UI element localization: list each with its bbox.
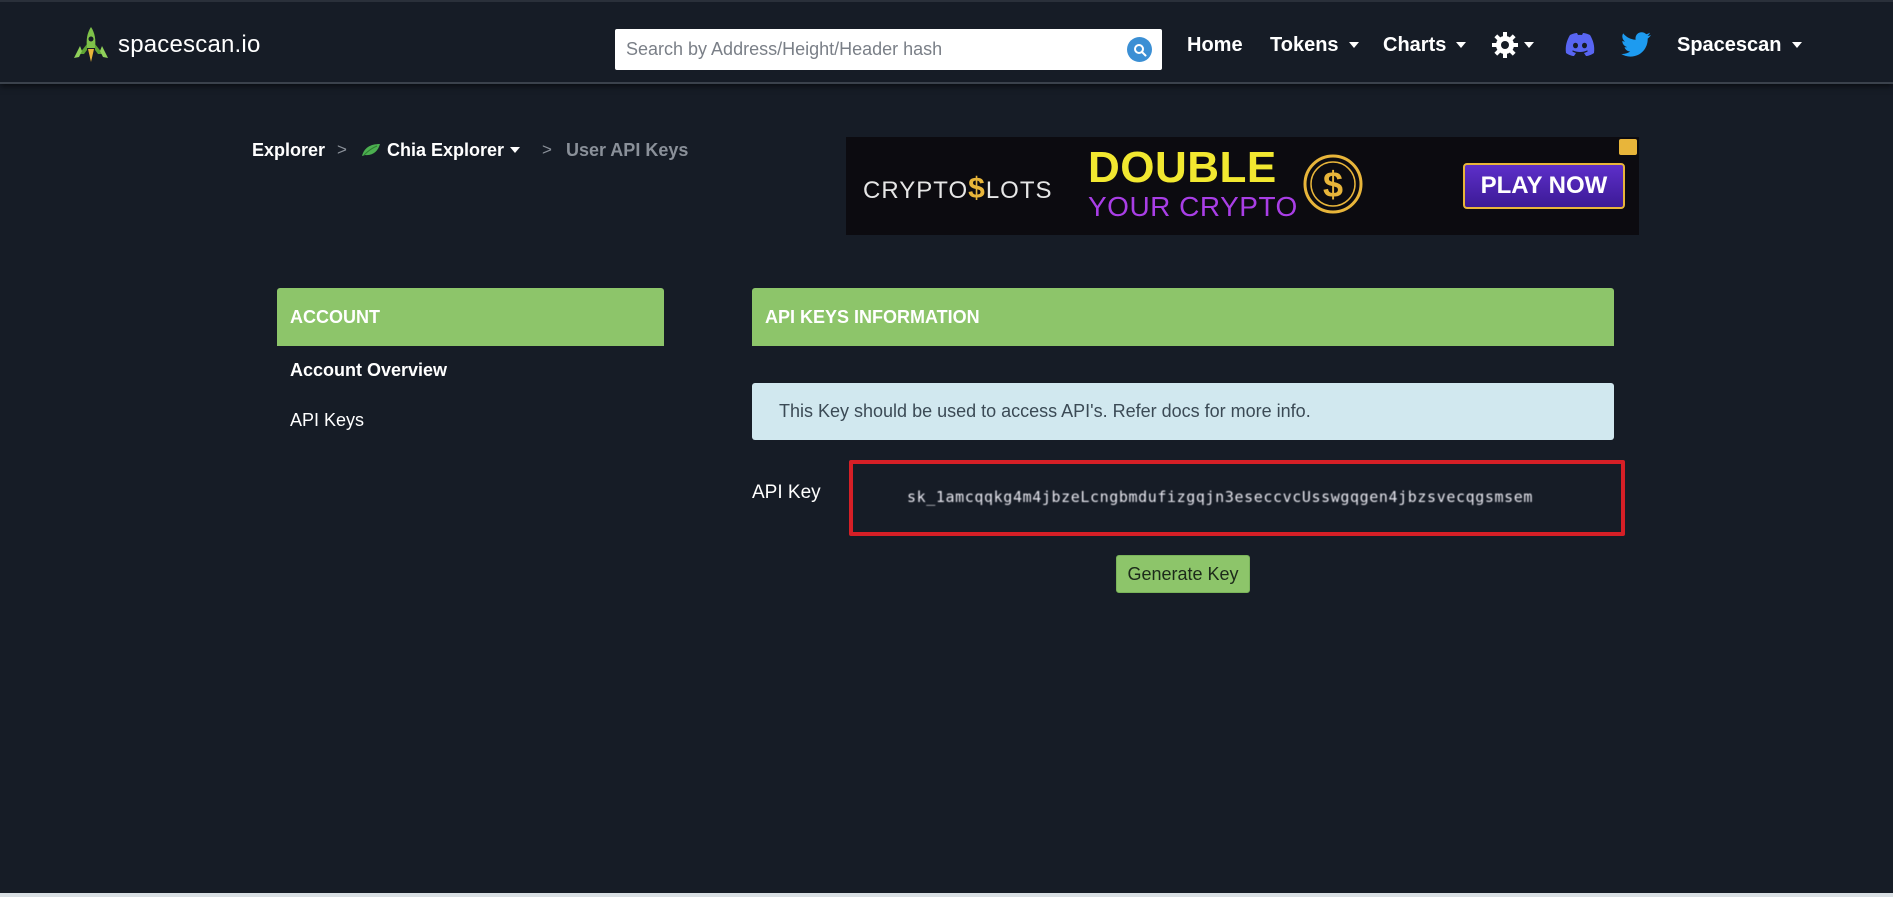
generate-key-button[interactable]: Generate Key xyxy=(1116,555,1250,593)
api-key-field[interactable] xyxy=(907,482,1607,512)
api-key-highlight-box xyxy=(849,460,1625,536)
breadcrumb-separator: > xyxy=(337,140,347,159)
ad-choices-icon[interactable] xyxy=(1619,139,1637,155)
account-panel-header: ACCOUNT xyxy=(277,288,664,346)
api-keys-panel-header: API KEYS INFORMATION xyxy=(752,288,1614,346)
gear-icon xyxy=(1492,32,1518,58)
nav-home-label: Home xyxy=(1187,33,1243,56)
ad-play-now-button[interactable]: PLAY NOW xyxy=(1463,163,1625,209)
ad-banner[interactable]: CRYPTO$LOTS DOUBLE YOUR CRYPTO $ PLAY NO… xyxy=(846,137,1639,235)
api-keys-header-title: API KEYS INFORMATION xyxy=(765,306,980,327)
search-button[interactable] xyxy=(1127,37,1152,62)
chevron-down-icon xyxy=(1348,42,1359,48)
chevron-down-icon xyxy=(510,147,521,153)
breadcrumb-chia-explorer-dropdown[interactable]: Chia Explorer xyxy=(361,139,521,161)
breadcrumb-separator: > xyxy=(542,140,552,159)
ad-headline: DOUBLE xyxy=(1088,143,1277,192)
search-icon xyxy=(1133,43,1146,56)
nav-account-dropdown[interactable]: Spacescan xyxy=(1677,32,1802,58)
chevron-down-icon xyxy=(1456,42,1467,48)
nav-account-label: Spacescan xyxy=(1677,33,1782,56)
account-header-title: ACCOUNT xyxy=(290,306,380,327)
settings-dropdown[interactable] xyxy=(1490,30,1534,60)
nav-charts-label: Charts xyxy=(1383,33,1447,56)
nav-charts-dropdown[interactable]: Charts xyxy=(1383,32,1467,58)
search-input[interactable] xyxy=(615,29,1105,70)
search-box xyxy=(615,29,1162,70)
coin-icon: $ xyxy=(1303,154,1363,214)
api-info-text: This Key should be used to access API's.… xyxy=(779,401,1311,421)
ad-brand-right: LOTS xyxy=(985,177,1053,204)
api-info-alert: This Key should be used to access API's.… xyxy=(752,383,1614,440)
nav-tokens-label: Tokens xyxy=(1270,33,1339,56)
leaf-icon xyxy=(361,144,380,156)
ad-brand-logo: CRYPTO$LOTS xyxy=(863,172,1053,206)
chevron-down-icon xyxy=(1791,42,1802,48)
brand-link[interactable]: spacescan.io xyxy=(70,24,261,66)
breadcrumb-explorer-link[interactable]: Explorer xyxy=(252,140,325,161)
twitter-icon xyxy=(1621,32,1651,57)
svg-text:$: $ xyxy=(1323,164,1343,205)
ad-brand-dollar: $ xyxy=(968,172,986,205)
top-navbar: spacescan.io Home Tokens Charts xyxy=(0,0,1893,84)
breadcrumb-chia-explorer-label: Chia Explorer xyxy=(386,139,505,160)
nav-home[interactable]: Home xyxy=(1187,32,1243,58)
discord-link[interactable] xyxy=(1564,30,1596,60)
sidebar-item-api-keys[interactable]: API Keys xyxy=(290,410,364,431)
ad-brand-left: CRYPTO xyxy=(863,177,969,204)
breadcrumb: Explorer > Chia Explorer > User API Keys xyxy=(252,138,688,162)
page-bottom-divider xyxy=(0,893,1893,897)
discord-icon xyxy=(1565,33,1595,56)
breadcrumb-current: User API Keys xyxy=(565,139,689,160)
nav-tokens-dropdown[interactable]: Tokens xyxy=(1270,32,1359,58)
sidebar-item-account-overview[interactable]: Account Overview xyxy=(290,360,447,381)
brand-name: spacescan.io xyxy=(118,31,261,58)
ad-subline: YOUR CRYPTO xyxy=(1088,191,1298,222)
api-key-label: API Key xyxy=(752,482,821,503)
chevron-down-icon xyxy=(1524,42,1534,48)
rocket-icon xyxy=(74,27,108,62)
twitter-link[interactable] xyxy=(1620,30,1652,60)
